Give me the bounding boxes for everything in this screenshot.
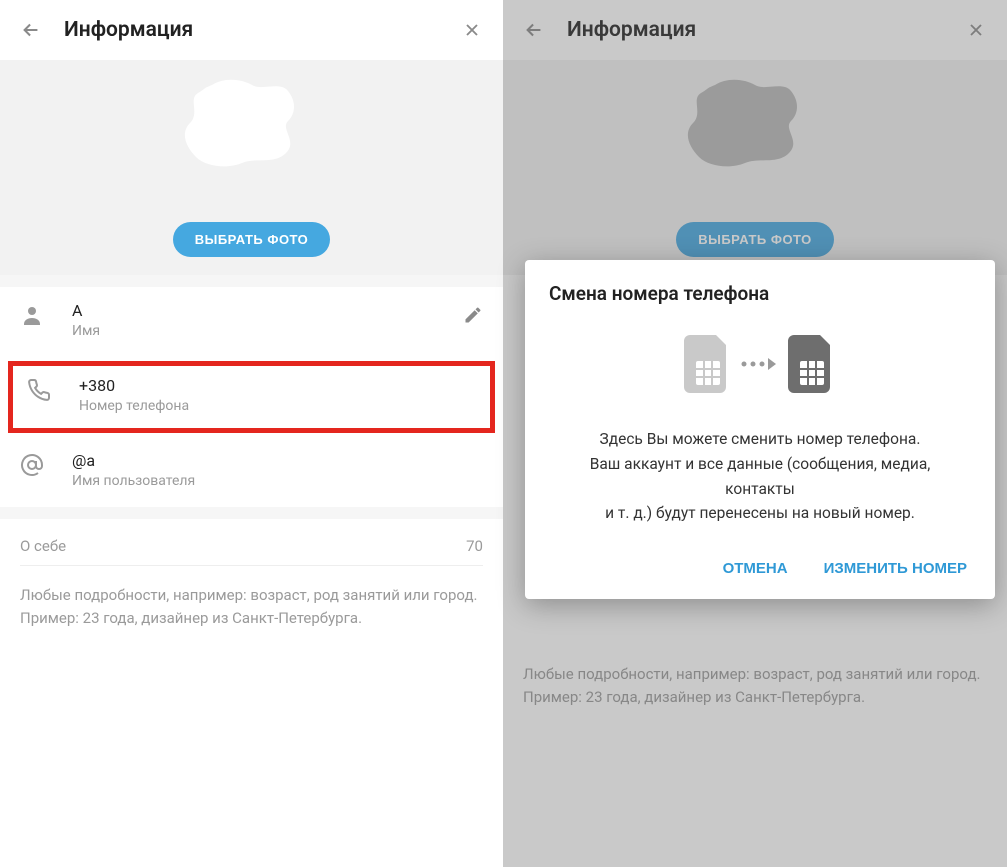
about-label: О себе: [20, 537, 66, 555]
person-icon: [20, 301, 54, 331]
sim-new-icon: [788, 335, 836, 397]
phone-content: +380 Номер телефона: [79, 376, 476, 414]
at-icon: [20, 451, 54, 481]
left-panel: Информация ВЫБРАТЬ ФОТО A Имя +380: [0, 0, 503, 867]
about-counter: 70: [466, 537, 483, 555]
modal-actions: ОТМЕНА ИЗМЕНИТЬ НОМЕР: [549, 552, 971, 585]
back-icon[interactable]: [18, 17, 44, 43]
name-content: A Имя: [72, 301, 463, 339]
change-phone-modal: Смена номера телефона Здесь Вы можете см…: [525, 260, 995, 599]
arrow-dots-icon: [740, 354, 780, 378]
divider: [0, 275, 503, 287]
about-hint-line2: Пример: 23 года, дизайнер из Санкт-Петер…: [20, 607, 483, 630]
username-row[interactable]: @a Имя пользователя: [0, 437, 503, 507]
about-hint-line1: Любые подробности, например: возраст, ро…: [20, 584, 483, 607]
photo-placeholder: [172, 70, 332, 190]
sim-old-icon: [684, 335, 732, 397]
name-label: Имя: [72, 323, 463, 339]
modal-description: Здесь Вы можете сменить номер телефона. …: [549, 427, 971, 526]
cancel-button[interactable]: ОТМЕНА: [719, 552, 792, 585]
modal-title: Смена номера телефона: [549, 282, 971, 305]
username-label: Имя пользователя: [72, 473, 483, 489]
choose-photo-button[interactable]: ВЫБРАТЬ ФОТО: [173, 222, 331, 257]
about-row[interactable]: О себе 70: [20, 537, 483, 566]
divider: [0, 507, 503, 519]
phone-value: +380: [79, 376, 476, 395]
phone-row[interactable]: +380 Номер телефона: [13, 366, 490, 428]
phone-highlight: +380 Номер телефона: [8, 361, 495, 433]
close-icon[interactable]: [459, 17, 485, 43]
sim-swap-illustration: [549, 335, 971, 397]
phone-label: Номер телефона: [79, 398, 476, 414]
right-panel: Информация ВЫБРАТЬ ФОТО Любые подробност…: [503, 0, 1007, 867]
modal-desc-line3: и т. д.) будут перенесены на новый номер…: [553, 501, 967, 526]
username-value: @a: [72, 451, 483, 470]
phone-icon: [27, 376, 61, 406]
about-hint: Любые подробности, например: возраст, ро…: [0, 566, 503, 649]
edit-icon[interactable]: [463, 301, 483, 329]
header: Информация: [0, 0, 503, 60]
modal-desc-line1: Здесь Вы можете сменить номер телефона.: [553, 427, 967, 452]
photo-section: ВЫБРАТЬ ФОТО: [0, 60, 503, 275]
change-number-button[interactable]: ИЗМЕНИТЬ НОМЕР: [820, 552, 971, 585]
name-row[interactable]: A Имя: [0, 287, 503, 357]
modal-desc-line2: Ваш аккаунт и все данные (сообщения, мед…: [553, 452, 967, 502]
name-value: A: [72, 301, 463, 320]
username-content: @a Имя пользователя: [72, 451, 483, 489]
page-title: Информация: [64, 18, 459, 42]
about-section: О себе 70: [0, 519, 503, 566]
